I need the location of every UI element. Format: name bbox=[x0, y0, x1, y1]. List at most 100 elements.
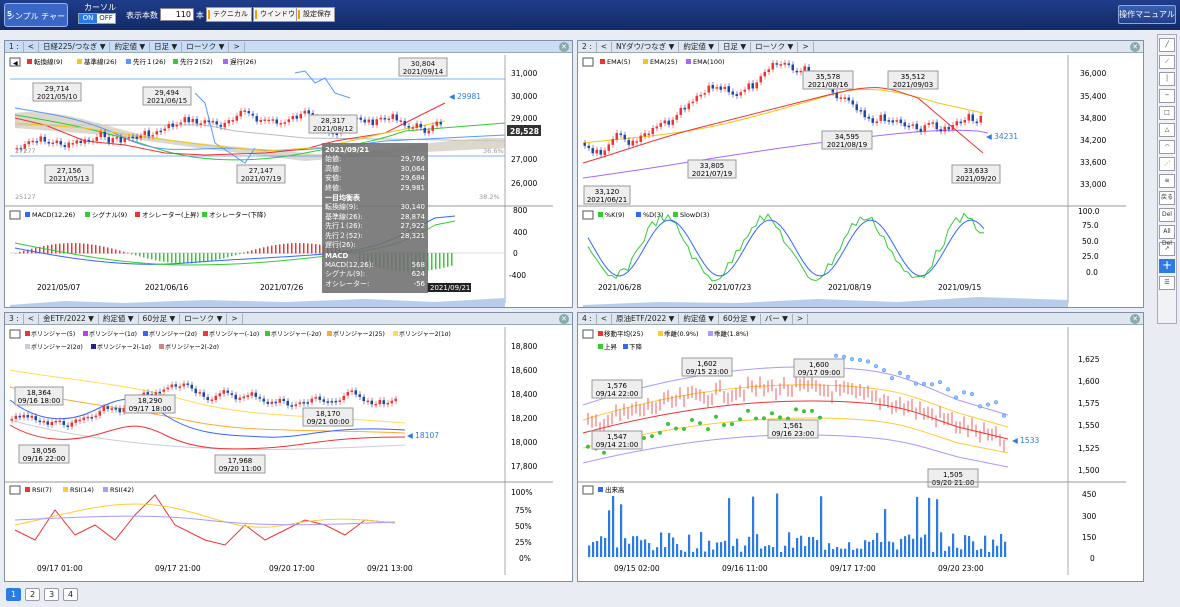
simple-chart-logo[interactable]: Sシンプル チャート bbox=[4, 3, 68, 47]
svg-text:0: 0 bbox=[1090, 554, 1095, 563]
period-select[interactable]: 60分足 ▼ bbox=[139, 313, 181, 324]
svg-text:オシレーター(上昇): オシレーター(上昇) bbox=[142, 210, 199, 219]
trendline-tool-icon[interactable]: ╱ bbox=[1159, 38, 1175, 52]
close-icon[interactable]: ✕ bbox=[559, 41, 569, 52]
page-1[interactable]: 1 bbox=[6, 588, 21, 601]
period-select[interactable]: 60分足 ▼ bbox=[719, 313, 761, 324]
svg-text:27,156: 27,156 bbox=[57, 167, 82, 175]
svg-text:0%: 0% bbox=[519, 554, 531, 563]
svg-text:RSI(42): RSI(42) bbox=[110, 486, 134, 494]
triangle-icon[interactable]: △ bbox=[1159, 123, 1175, 137]
technical-button[interactable]: テクニカル bbox=[206, 7, 252, 22]
panel-1-chart: ◀ 転換線(9) 基準線(26) 先行１(26) 先行２(52) 遅行(26) 2727… bbox=[5, 55, 553, 307]
style-select[interactable]: ローソク ▼ bbox=[180, 313, 228, 324]
close-icon[interactable]: ✕ bbox=[1130, 41, 1140, 52]
prev-icon[interactable]: < bbox=[24, 41, 39, 52]
window-button[interactable]: ウインドウ bbox=[253, 7, 299, 22]
svg-text:34,800: 34,800 bbox=[1080, 114, 1106, 123]
panel-3-chart: ボリンジャー(5) ボリンジャー(1σ) ボリンジャー(2σ) ボリンジャー(-… bbox=[5, 327, 553, 575]
svg-text:29,714: 29,714 bbox=[45, 85, 70, 93]
svg-text:29,000: 29,000 bbox=[511, 114, 537, 123]
logo-s-icon: S bbox=[7, 10, 13, 18]
back-button[interactable]: 戻る bbox=[1159, 191, 1175, 205]
annotations-2: 33,1202021/06/21 33,8052021/07/19 35,578… bbox=[583, 70, 1001, 205]
price-select[interactable]: 約定値 ▼ bbox=[679, 313, 720, 324]
page-4[interactable]: 4 bbox=[63, 588, 78, 601]
delete-button[interactable]: Del bbox=[1159, 208, 1175, 222]
svg-text:1,525: 1,525 bbox=[1078, 444, 1100, 453]
svg-text:18,290: 18,290 bbox=[138, 397, 163, 405]
close-icon[interactable]: ✕ bbox=[1130, 313, 1140, 324]
period-select[interactable]: 日足 ▼ bbox=[719, 41, 752, 52]
style-select[interactable]: ローソク ▼ bbox=[751, 41, 799, 52]
line-tool-icon[interactable]: ⟋ bbox=[1159, 55, 1175, 69]
delete-all-button[interactable]: All Del bbox=[1159, 225, 1175, 247]
price-select[interactable]: 約定値 ▼ bbox=[99, 313, 139, 324]
next-icon[interactable]: > bbox=[793, 313, 809, 324]
cursor-on[interactable]: ON bbox=[79, 14, 97, 23]
svg-text:◀: ◀ bbox=[13, 60, 18, 67]
next-icon[interactable]: > bbox=[798, 41, 814, 52]
chart-panel-4[interactable]: 4 : < 原油ETF/2022 ▼ 約定値 ▼ 60分足 ▼ バー ▼ > ✕ … bbox=[577, 312, 1144, 582]
svg-text:09/15 23:00: 09/15 23:00 bbox=[686, 368, 729, 376]
channel-icon[interactable]: ≡ bbox=[1159, 174, 1175, 188]
svg-text:28,317: 28,317 bbox=[321, 117, 346, 125]
svg-text:18,800: 18,800 bbox=[511, 342, 537, 351]
svg-text:27277: 27277 bbox=[15, 147, 36, 155]
page-2[interactable]: 2 bbox=[25, 588, 40, 601]
next-icon[interactable]: > bbox=[229, 41, 245, 52]
chart-panel-3[interactable]: 3 : < 金ETF/2022 ▼ 約定値 ▼ 60分足 ▼ ローソク ▼ > ✕… bbox=[4, 312, 573, 582]
legend-2: MACD(12,26) シグナル(9) オシレーター(上昇) オシレーター(下降) bbox=[25, 210, 266, 219]
cursor-toggle[interactable]: ON OFF bbox=[78, 13, 116, 24]
svg-text:ボリンジャー2(-2σ): ボリンジャー2(-2σ) bbox=[165, 343, 219, 351]
symbol-select[interactable]: 原油ETF/2022 ▼ bbox=[612, 313, 680, 324]
horizontal-line-icon[interactable]: ─ bbox=[1159, 89, 1175, 103]
panel-3-header: 3 : < 金ETF/2022 ▼ 約定値 ▼ 60分足 ▼ ローソク ▼ > ✕ bbox=[5, 313, 572, 325]
symbol-select[interactable]: 日経225/つなぎ ▼ bbox=[39, 41, 111, 52]
svg-text:300: 300 bbox=[1082, 512, 1097, 521]
prev-icon[interactable]: < bbox=[597, 41, 612, 52]
svg-text:2021/09/15: 2021/09/15 bbox=[938, 283, 981, 292]
svg-text:09/20 23:00: 09/20 23:00 bbox=[938, 564, 984, 573]
chart-panel-2[interactable]: 2 : < NYダウ/つなぎ ▼ 約定値 ▼ 日足 ▼ ローソク ▼ > ✕ EM… bbox=[577, 40, 1144, 308]
svg-text:SlowD(3): SlowD(3) bbox=[680, 211, 709, 219]
rectangle-icon[interactable]: □ bbox=[1159, 106, 1175, 120]
svg-text:ボリンジャー(-2σ): ボリンジャー(-2σ) bbox=[271, 330, 321, 338]
svg-text:28,528: 28,528 bbox=[510, 127, 539, 136]
volume-bars bbox=[588, 493, 1007, 557]
panel-number: 1 : bbox=[5, 41, 24, 52]
list-icon[interactable]: ☰ bbox=[1159, 276, 1175, 290]
svg-text:◀ 1533: ◀ 1533 bbox=[1012, 436, 1039, 445]
svg-text:17,968: 17,968 bbox=[228, 457, 253, 465]
next-icon[interactable]: > bbox=[227, 313, 243, 324]
ohlc-tooltip: 2021/09/21 始値: 29,766 高値: 30,064 安値: 29,684… bbox=[322, 143, 428, 293]
page-3[interactable]: 3 bbox=[44, 588, 59, 601]
period-select[interactable]: 日足 ▼ bbox=[150, 41, 183, 52]
close-icon[interactable]: ✕ bbox=[559, 313, 569, 324]
price-select[interactable]: 約定値 ▼ bbox=[110, 41, 151, 52]
symbol-select[interactable]: NYダウ/つなぎ ▼ bbox=[612, 41, 680, 52]
prev-icon[interactable]: < bbox=[597, 313, 612, 324]
fibonacci-arc-icon[interactable]: ◠ bbox=[1159, 140, 1175, 154]
svg-text:09/15 02:00: 09/15 02:00 bbox=[614, 564, 660, 573]
style-select[interactable]: バー ▼ bbox=[761, 313, 793, 324]
svg-text:RSI(7): RSI(7) bbox=[32, 486, 52, 494]
chart-panel-1[interactable]: 1 : < 日経225/つなぎ ▼ 約定値 ▼ 日足 ▼ ローソク ▼ > ✕ ◀… bbox=[4, 40, 573, 308]
count-input[interactable]: 110 bbox=[160, 8, 194, 21]
panel-number: 4 : bbox=[578, 313, 597, 324]
svg-text:18,364: 18,364 bbox=[27, 389, 52, 397]
prev-icon[interactable]: < bbox=[24, 313, 39, 324]
save-settings-button[interactable]: 設定保存 bbox=[296, 7, 335, 22]
cursor-off[interactable]: OFF bbox=[97, 14, 115, 23]
vertical-line-icon[interactable]: │ bbox=[1159, 72, 1175, 86]
svg-text:27,147: 27,147 bbox=[249, 167, 274, 175]
fan-icon[interactable]: ⋰ bbox=[1159, 157, 1175, 171]
manual-button[interactable]: 操作マニュアル bbox=[1118, 5, 1176, 24]
svg-text:18,400: 18,400 bbox=[511, 390, 537, 399]
symbol-select[interactable]: 金ETF/2022 ▼ bbox=[39, 313, 99, 324]
price-select[interactable]: 約定値 ▼ bbox=[679, 41, 720, 52]
style-select[interactable]: ローソク ▼ bbox=[182, 41, 230, 52]
add-icon[interactable]: + bbox=[1159, 259, 1175, 273]
svg-text:0.0: 0.0 bbox=[1086, 268, 1098, 277]
svg-text:先行２(52): 先行２(52) bbox=[180, 57, 213, 66]
